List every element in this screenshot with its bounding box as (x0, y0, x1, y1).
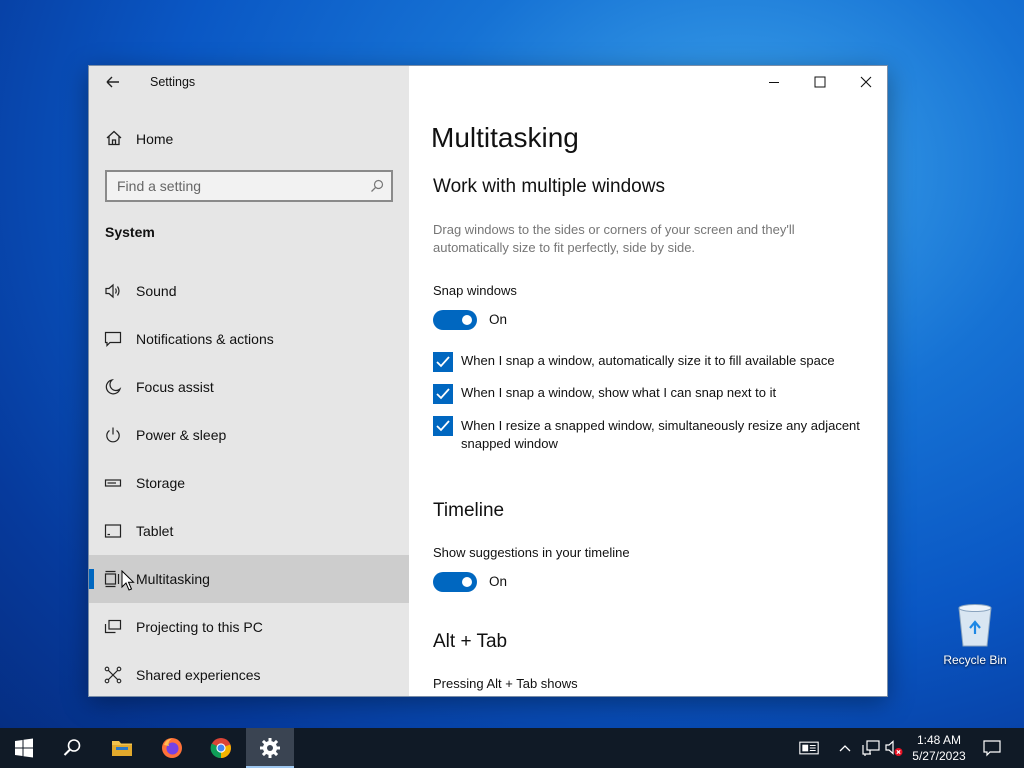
checkbox-snap-auto-size[interactable] (433, 352, 453, 372)
sidebar-item-storage[interactable]: Storage (89, 459, 409, 507)
snap-windows-state: On (489, 312, 508, 327)
taskbar-settings[interactable] (246, 728, 294, 768)
news-widget-icon[interactable] (799, 739, 819, 757)
windows-description: Drag windows to the sides or corners of … (433, 222, 795, 255)
toggle-knob (462, 315, 472, 325)
sidebar-item-label: Power & sleep (136, 427, 227, 443)
content-pane: Multitasking Work with multiple windows … (409, 66, 887, 696)
section-heading-alt-tab: Alt + Tab (433, 631, 508, 652)
checkmark-icon (436, 420, 450, 432)
close-button[interactable] (843, 66, 887, 98)
snap-windows-label: Snap windows (433, 283, 517, 298)
search-icon (63, 739, 81, 756)
moon-icon (105, 378, 122, 395)
sidebar-item-focus-assist[interactable]: Focus assist (89, 363, 409, 411)
sidebar-item-label: Sound (136, 283, 177, 299)
sidebar-item-notifications[interactable]: Notifications & actions (89, 315, 409, 363)
alt-tab-label: Pressing Alt + Tab shows (433, 676, 578, 691)
search-box[interactable] (105, 170, 393, 202)
back-arrow-icon (106, 76, 119, 88)
search-input[interactable] (107, 172, 359, 200)
section-heading-timeline: Timeline (433, 500, 505, 521)
sidebar-item-shared-experiences[interactable]: Shared experiences (89, 651, 409, 696)
tablet-icon (104, 524, 122, 538)
speaker-icon (105, 283, 120, 299)
windows-logo-icon (15, 738, 33, 758)
sidebar-item-sound[interactable]: Sound (89, 267, 409, 315)
section-heading-windows: Work with multiple windows (433, 176, 665, 197)
checkbox-label: When I snap a window, show what I can sn… (461, 385, 777, 400)
shared-icon (104, 666, 122, 684)
mouse-cursor-icon (121, 570, 135, 591)
timeline-suggestions-state: On (489, 574, 508, 589)
action-center-icon[interactable] (982, 739, 1002, 757)
search-icon (371, 179, 384, 192)
storage-icon (104, 479, 122, 487)
window-title: Settings (150, 75, 196, 89)
back-button[interactable] (103, 72, 123, 92)
recycle-bin-label: Recycle Bin (943, 653, 1007, 667)
firefox-icon (162, 738, 182, 758)
sidebar-item-label: Projecting to this PC (136, 619, 263, 635)
taskbar-clock[interactable]: 1:48 AM 5/27/2023 (905, 732, 973, 764)
sidebar-item-label: Tablet (136, 523, 174, 539)
sidebar-item-power-sleep[interactable]: Power & sleep (89, 411, 409, 459)
home-link[interactable]: Home (89, 118, 409, 158)
taskbar-file-explorer[interactable] (98, 728, 146, 768)
minimize-button[interactable] (751, 66, 797, 98)
sidebar-item-tablet[interactable]: Tablet (89, 507, 409, 555)
taskbar: 1:48 AM 5/27/2023 (0, 728, 1024, 768)
start-button[interactable] (0, 728, 48, 768)
sidebar: Settings Home System Sound (89, 66, 409, 696)
close-icon (860, 76, 872, 88)
checkbox-snap-assist[interactable] (433, 384, 453, 404)
recycle-bin-desktop-icon[interactable]: Recycle Bin (940, 602, 1010, 672)
checkbox-resize-adjacent[interactable] (433, 416, 453, 436)
toggle-knob (462, 577, 472, 587)
taskbar-chrome[interactable] (197, 728, 245, 768)
sidebar-item-multitasking[interactable]: Multitasking (89, 555, 409, 603)
sidebar-item-label: Shared experiences (136, 667, 261, 683)
taskbar-firefox[interactable] (148, 728, 196, 768)
sidebar-item-label: Multitasking (136, 571, 210, 587)
page-title: Multitasking (431, 122, 579, 153)
maximize-button[interactable] (797, 66, 843, 98)
sidebar-item-label: Notifications & actions (136, 331, 274, 347)
network-icon[interactable] (861, 739, 881, 757)
settings-window: Settings Home System Sound (88, 65, 888, 697)
home-label: Home (136, 131, 174, 147)
checkmark-icon (436, 388, 450, 400)
sidebar-item-label: Storage (136, 475, 186, 491)
power-icon (106, 427, 120, 443)
sidebar-item-label: Focus assist (136, 379, 214, 395)
notification-icon (104, 331, 122, 347)
timeline-suggestions-label: Show suggestions in your timeline (433, 545, 630, 560)
recycle-bin-icon (958, 604, 992, 647)
snap-windows-toggle[interactable] (433, 310, 477, 330)
chevron-up-icon[interactable] (838, 739, 852, 757)
title-bar: Settings (89, 66, 409, 98)
checkmark-icon (436, 356, 450, 368)
multitasking-icon (104, 570, 120, 588)
gear-icon (260, 738, 280, 758)
timeline-suggestions-toggle[interactable] (433, 572, 477, 592)
minimize-icon (769, 82, 779, 83)
home-icon (106, 130, 122, 146)
active-indicator (89, 569, 94, 589)
checkbox-label: When I resize a snapped window, simultan… (461, 418, 860, 451)
volume-muted-icon[interactable] (884, 739, 904, 757)
clock-date: 5/27/2023 (912, 749, 966, 763)
clock-time: 1:48 AM (916, 733, 962, 747)
chrome-icon (210, 738, 231, 759)
projecting-icon (104, 619, 122, 634)
sidebar-item-projecting[interactable]: Projecting to this PC (89, 603, 409, 651)
taskbar-search-button[interactable] (48, 728, 96, 768)
maximize-icon (814, 76, 826, 88)
folder-icon (112, 741, 132, 756)
section-title-system: System (105, 224, 155, 240)
checkbox-label: When I snap a window, automatically size… (461, 353, 835, 368)
